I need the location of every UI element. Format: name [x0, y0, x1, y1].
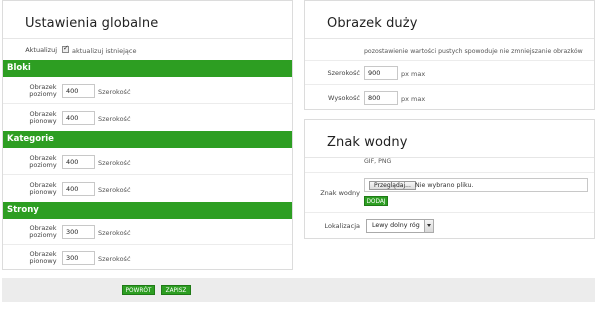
location-label: Lokalizacja: [324, 222, 361, 230]
large-image-width-row: Szerokość px max: [305, 60, 594, 85]
large-image-width-input[interactable]: [364, 66, 398, 80]
kategorie-row-vertical: Obrazek pionowy Szerokość: [3, 175, 292, 202]
field-label: Obrazek pionowy: [29, 181, 57, 196]
large-image-height-input[interactable]: [364, 91, 398, 105]
section-header-kategorie: Kategorie: [3, 131, 292, 148]
strony-row-vertical: Obrazek pionowy Szerokość: [3, 245, 292, 270]
chevron-down-icon: [424, 220, 433, 232]
unit-label: Szerokość: [98, 186, 131, 194]
footer-bar: POWRÓT ZAPISZ: [2, 278, 595, 302]
height-unit: px max: [401, 95, 426, 103]
large-image-title: Obrazek duży: [305, 1, 594, 39]
large-image-height-row: Wysokość px max: [305, 85, 594, 110]
watermark-formats: GIF, PNG: [364, 158, 392, 165]
add-watermark-button[interactable]: DODAJ: [364, 196, 388, 206]
watermark-file-row: Znak wodny Przeglądaj... Nie wybrano pli…: [305, 172, 594, 213]
strony-row-horizontal: Obrazek poziomy Szerokość: [3, 219, 292, 245]
large-image-panel: Obrazek duży pozostawienie wartości pust…: [304, 0, 595, 110]
kategorie-row-horizontal: Obrazek poziomy Szerokość: [3, 148, 292, 175]
unit-label: Szerokość: [98, 115, 131, 123]
watermark-location-row: Lokalizacja Lewy dolny róg: [305, 213, 594, 239]
watermark-file-input[interactable]: Przeglądaj... Nie wybrano pliku.: [364, 178, 588, 192]
update-row: Aktualizuj aktualizuj istniejące: [3, 39, 292, 60]
unit-label: Szerokość: [98, 159, 131, 167]
field-label: Obrazek poziomy: [29, 224, 57, 239]
strony-vertical-width-input[interactable]: [62, 251, 95, 265]
width-unit: px max: [401, 70, 426, 78]
strony-horizontal-width-input[interactable]: [62, 225, 95, 239]
kategorie-horizontal-width-input[interactable]: [62, 155, 95, 169]
update-label: Aktualizuj: [25, 46, 57, 54]
unit-label: Szerokość: [98, 255, 131, 263]
bloki-row-vertical: Obrazek pionowy Szerokość: [3, 104, 292, 131]
unit-label: Szerokość: [98, 229, 131, 237]
browse-button[interactable]: Przeglądaj...: [369, 181, 416, 190]
update-existing-checkbox[interactable]: [62, 44, 69, 53]
update-existing-label: aktualizuj istniejące: [72, 47, 137, 55]
height-label: Wysokość: [328, 94, 360, 102]
location-selected-value: Lewy dolny róg: [372, 222, 420, 229]
no-file-text: Nie wybrano pliku.: [415, 182, 474, 189]
field-label: Obrazek pionowy: [29, 110, 57, 125]
watermark-title: Znak wodny: [305, 120, 594, 158]
field-label: Obrazek poziomy: [29, 83, 57, 98]
unit-label: Szerokość: [98, 88, 131, 96]
large-image-note: pozostawienie wartości pustych spowoduje…: [364, 48, 583, 55]
location-select[interactable]: Lewy dolny róg: [366, 219, 434, 233]
section-header-strony: Strony: [3, 202, 292, 219]
watermark-file-label: Znak wodny: [320, 189, 360, 197]
back-button[interactable]: POWRÓT: [122, 285, 155, 295]
watermark-panel: Znak wodny GIF, PNG Znak wodny Przegląda…: [304, 119, 595, 239]
bloki-row-horizontal: Obrazek poziomy Szerokość: [3, 77, 292, 104]
bloki-horizontal-width-input[interactable]: [62, 84, 95, 98]
field-label: Obrazek poziomy: [29, 154, 57, 169]
global-settings-panel: Ustawienia globalne Aktualizuj aktualizu…: [2, 0, 293, 270]
section-header-bloki: Bloki: [3, 60, 292, 77]
field-label: Obrazek pionowy: [29, 250, 57, 265]
kategorie-vertical-width-input[interactable]: [62, 182, 95, 196]
save-button[interactable]: ZAPISZ: [161, 285, 191, 295]
width-label: Szerokość: [327, 69, 360, 77]
bloki-vertical-width-input[interactable]: [62, 111, 95, 125]
global-settings-title: Ustawienia globalne: [3, 1, 292, 39]
